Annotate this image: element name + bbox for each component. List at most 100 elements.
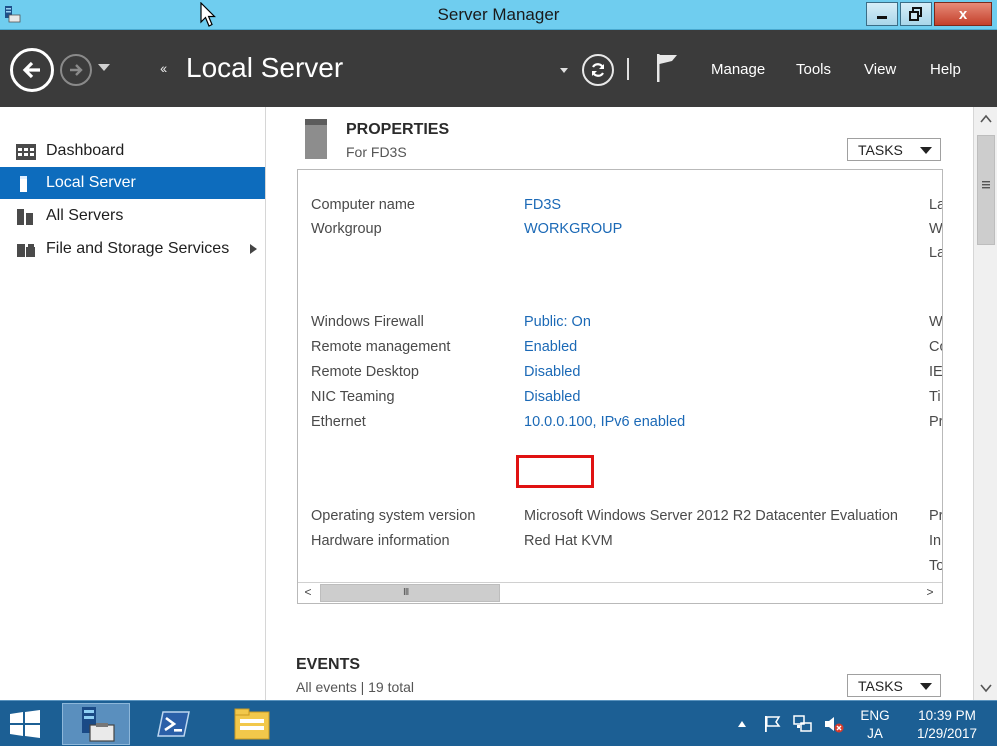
refresh-icon (591, 63, 605, 77)
windows-firewall-link[interactable]: Public: On (524, 314, 591, 330)
restore-button[interactable] (900, 2, 932, 26)
nic-teaming-link[interactable]: Disabled (524, 389, 580, 405)
windows-start-icon[interactable] (8, 709, 42, 739)
prop-label-computer-name: Computer name (311, 197, 415, 213)
sidebar-item-label: File and Storage Services (46, 240, 230, 257)
file-storage-icon (17, 244, 35, 257)
taskbar-server-manager[interactable] (62, 703, 130, 745)
scroll-left-icon[interactable]: < (300, 585, 316, 601)
scroll-grip: III (403, 587, 409, 598)
input-language-indicator[interactable]: ENG JA (856, 707, 894, 743)
prop-clipped-text: To (929, 558, 943, 574)
action-center-flag-icon[interactable] (762, 714, 782, 734)
scroll-down-icon[interactable] (978, 680, 994, 696)
powershell-icon (157, 711, 190, 737)
taskbar: ENG JA 10:39 PM 1/29/2017 (0, 700, 997, 746)
tasks-label: TASKS (858, 142, 903, 158)
prop-label-windows-firewall: Windows Firewall (311, 314, 424, 330)
notifications-flag-icon[interactable] (655, 52, 681, 84)
forward-arrow-icon (70, 64, 83, 76)
close-icon: x (958, 5, 968, 23)
folder-icon (234, 708, 270, 740)
back-button[interactable] (10, 48, 54, 92)
taskbar-powershell[interactable] (140, 703, 208, 745)
remote-management-link[interactable]: Enabled (524, 339, 577, 355)
header-dropdown-icon[interactable] (560, 68, 568, 73)
sidebar-item-label: Dashboard (46, 142, 125, 159)
prop-clipped-text: Ti (929, 389, 941, 405)
sidebar-item-dashboard[interactable]: Dashboard (0, 135, 265, 167)
clock-date: 1/29/2017 (916, 726, 978, 741)
horizontal-scrollbar[interactable]: < III > (298, 582, 942, 603)
horizontal-scroll-thumb[interactable]: III (320, 584, 500, 602)
scroll-up-icon[interactable] (978, 111, 994, 127)
dashboard-icon (16, 144, 36, 160)
prop-label-hardware-info: Hardware information (311, 533, 450, 549)
clock-time: 10:39 PM (918, 708, 976, 723)
prop-label-remote-desktop: Remote Desktop (311, 364, 419, 380)
properties-panel: Computer name FD3S La Workgroup WORKGROU… (297, 169, 943, 604)
mouse-cursor-icon (200, 2, 216, 27)
network-icon[interactable] (792, 714, 814, 734)
ime-code: JA (867, 726, 883, 741)
vertical-scrollbar[interactable] (973, 107, 997, 700)
prop-clipped-text: Co (929, 339, 942, 355)
refresh-button[interactable] (582, 54, 614, 86)
sidebar-item-label: Local Server (46, 174, 136, 191)
remote-desktop-highlight-box (516, 455, 594, 488)
prop-clipped-text: Pr (929, 414, 943, 430)
tasks-label: TASKS (858, 678, 903, 694)
forward-button[interactable] (60, 54, 92, 86)
page-title: Local Server (186, 52, 344, 83)
sidebar: Dashboard Local Server All Servers File … (0, 107, 266, 700)
minimize-button[interactable] (866, 2, 898, 26)
scroll-right-icon[interactable]: > (922, 585, 938, 601)
restore-icon (909, 7, 922, 21)
prop-clipped-text: W (929, 314, 943, 330)
prop-clipped-text: La (929, 245, 942, 261)
hardware-info-value: Red Hat KVM (524, 533, 613, 549)
sidebar-item-label: All Servers (46, 207, 124, 224)
dropdown-arrow-icon (920, 683, 932, 690)
close-button[interactable]: x (934, 2, 992, 26)
prop-label-ethernet: Ethernet (311, 414, 366, 430)
sidebar-item-file-storage[interactable]: File and Storage Services (0, 233, 265, 265)
remote-desktop-link[interactable]: Disabled (524, 364, 580, 380)
menu-tools[interactable]: Tools (796, 61, 831, 78)
volume-muted-icon[interactable] (823, 714, 845, 734)
prop-label-os-version: Operating system version (311, 508, 476, 524)
ethernet-link[interactable]: 10.0.0.100, IPv6 enabled (524, 414, 685, 430)
vertical-scroll-thumb[interactable] (977, 135, 995, 245)
window-title: Server Manager (437, 5, 560, 24)
expand-arrow-icon[interactable] (250, 244, 257, 254)
prop-clipped-text: In (929, 533, 942, 549)
breadcrumb-arrows[interactable]: ‹‹ (160, 60, 167, 76)
language-code: ENG (860, 708, 890, 723)
dropdown-arrow-icon (920, 147, 932, 154)
sidebar-item-all-servers[interactable]: All Servers (0, 200, 265, 232)
menu-help[interactable]: Help (930, 61, 961, 78)
menu-manage[interactable]: Manage (711, 61, 765, 78)
sidebar-item-local-server[interactable]: Local Server (0, 167, 265, 199)
clock[interactable]: 10:39 PM 1/29/2017 (905, 707, 989, 743)
workgroup-link[interactable]: WORKGROUP (524, 221, 622, 237)
computer-name-link[interactable]: FD3S (524, 197, 561, 213)
prop-label-nic-teaming: NIC Teaming (311, 389, 395, 405)
header-bar: ‹‹ Local Server Manage Tools View Help (0, 30, 997, 107)
show-hidden-icons-icon[interactable] (737, 720, 747, 728)
server-manager-app-icon (82, 707, 115, 742)
os-version-value: Microsoft Windows Server 2012 R2 Datacen… (524, 508, 898, 524)
scroll-grip-icon (982, 181, 990, 189)
events-tasks-button[interactable]: TASKS (847, 674, 941, 697)
prop-clipped-text: W (929, 221, 943, 237)
minimize-icon (877, 16, 887, 19)
prop-label-remote-management: Remote management (311, 339, 451, 355)
properties-tasks-button[interactable]: TASKS (847, 138, 941, 161)
taskbar-file-explorer[interactable] (218, 703, 286, 745)
menu-view[interactable]: View (864, 61, 896, 78)
all-servers-icon (17, 209, 33, 225)
properties-subtitle: For FD3S (346, 144, 407, 160)
prop-clipped-text: La (929, 197, 942, 213)
local-server-icon (20, 176, 27, 192)
history-dropdown-icon[interactable] (98, 64, 110, 71)
